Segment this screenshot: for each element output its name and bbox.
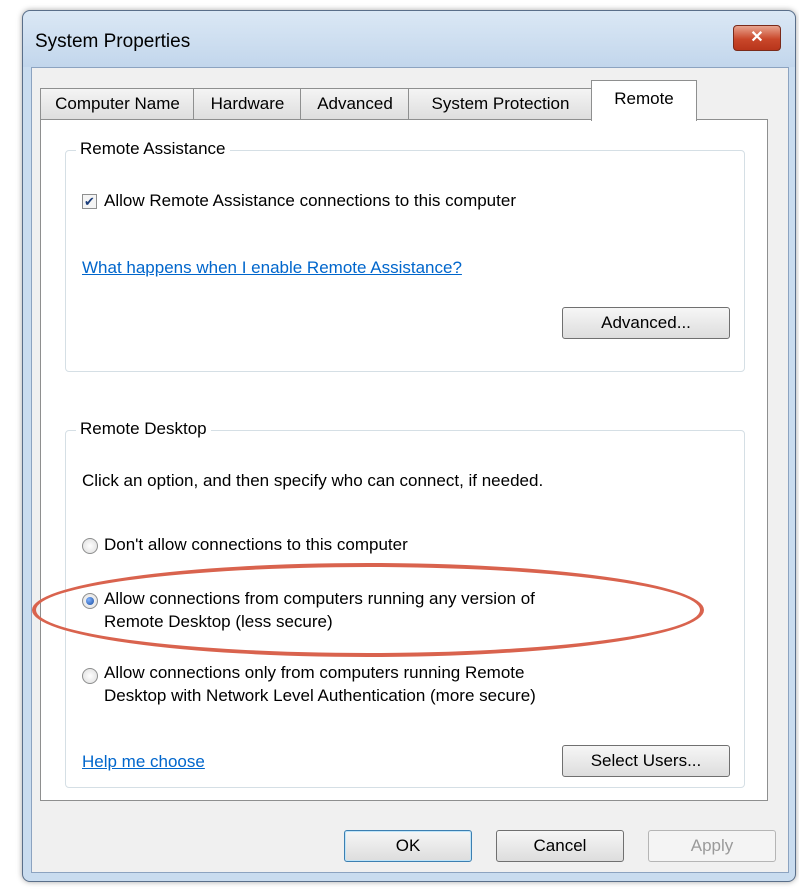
tab-remote[interactable]: Remote [591, 80, 697, 121]
apply-button: Apply [648, 830, 776, 862]
tab-advanced[interactable]: Advanced [300, 88, 410, 119]
dialog-client: Computer Name Hardware Advanced System P… [31, 67, 789, 873]
remote-desktop-group-label: Remote Desktop [76, 419, 211, 439]
allow-nla-only-radio[interactable] [82, 668, 98, 684]
remote-assistance-help-link[interactable]: What happens when I enable Remote Assist… [82, 258, 462, 278]
remote-tab-panel: Remote Assistance ✔ Allow Remote Assista… [40, 119, 768, 801]
remote-assistance-group-label: Remote Assistance [76, 139, 230, 159]
dont-allow-connections-radio[interactable] [82, 538, 98, 554]
tab-system-protection[interactable]: System Protection [408, 88, 593, 119]
allow-any-version-label-line2[interactable]: Remote Desktop (less secure) [104, 612, 333, 632]
title-bar[interactable]: System Properties ✕ [23, 11, 795, 67]
close-button[interactable]: ✕ [733, 25, 781, 51]
allow-nla-only-label-line1[interactable]: Allow connections only from computers ru… [104, 663, 524, 683]
help-me-choose-link[interactable]: Help me choose [82, 752, 205, 772]
remote-desktop-instructions: Click an option, and then specify who ca… [82, 471, 544, 490]
dont-allow-connections-label[interactable]: Don't allow connections to this computer [104, 535, 408, 555]
select-users-button[interactable]: Select Users... [562, 745, 730, 777]
advanced-button[interactable]: Advanced... [562, 307, 730, 339]
remote-assistance-group: Remote Assistance ✔ Allow Remote Assista… [65, 139, 745, 372]
allow-remote-assistance-label[interactable]: Allow Remote Assistance connections to t… [104, 191, 516, 211]
allow-any-version-label-line1[interactable]: Allow connections from computers running… [104, 589, 535, 609]
tab-computer-name[interactable]: Computer Name [40, 88, 195, 119]
ok-button[interactable]: OK [344, 830, 472, 862]
system-properties-window: System Properties ✕ Computer Name Hardwa… [22, 10, 796, 882]
allow-remote-assistance-checkbox[interactable]: ✔ [82, 194, 97, 209]
cancel-button[interactable]: Cancel [496, 830, 624, 862]
checkmark-icon: ✔ [84, 194, 95, 209]
window-title: System Properties [35, 31, 191, 52]
tab-hardware[interactable]: Hardware [193, 88, 302, 119]
allow-nla-only-label-line2[interactable]: Desktop with Network Level Authenticatio… [104, 686, 536, 706]
tab-strip: Computer Name Hardware Advanced System P… [40, 80, 780, 121]
allow-any-version-radio[interactable] [82, 593, 98, 609]
remote-desktop-group: Remote Desktop Click an option, and then… [65, 419, 745, 788]
close-icon: ✕ [750, 29, 764, 46]
